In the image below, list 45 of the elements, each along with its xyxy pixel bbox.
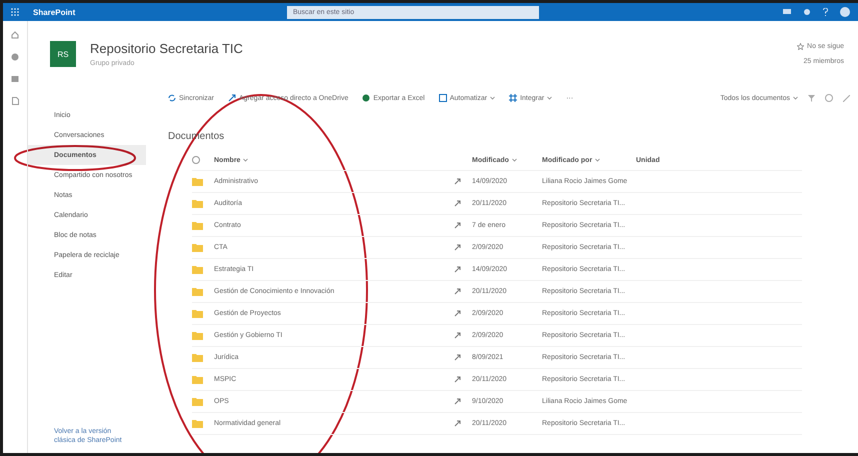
- filter-icon[interactable]: [808, 94, 815, 102]
- folder-icon: [192, 199, 203, 208]
- app-name: SharePoint: [33, 8, 76, 16]
- info-icon[interactable]: [825, 94, 833, 102]
- folder-icon: [192, 353, 203, 362]
- folder-icon: [192, 265, 203, 274]
- folder-icon: [192, 419, 203, 428]
- expand-icon[interactable]: [843, 94, 850, 102]
- link-icon: [454, 266, 461, 273]
- folder-icon: [192, 221, 203, 230]
- site-logo: RS: [50, 41, 76, 67]
- help-icon[interactable]: [823, 8, 828, 16]
- link-icon: [454, 288, 461, 295]
- site-title: Repositorio Secretaria TIC: [90, 41, 243, 56]
- file-type-icon: [192, 156, 200, 164]
- avatar-icon[interactable]: [840, 7, 850, 17]
- caret-icon: [512, 158, 517, 162]
- link-icon: [454, 200, 461, 207]
- file-icon[interactable]: [12, 97, 18, 105]
- link-icon: [454, 178, 461, 185]
- app-launcher-icon[interactable]: [11, 8, 19, 16]
- link-icon: [454, 310, 461, 317]
- folder-icon: [192, 309, 203, 318]
- folder-icon: [192, 177, 203, 186]
- link-icon: [454, 398, 461, 405]
- spreadsheet-icon: [362, 94, 370, 102]
- link-icon: [454, 244, 461, 251]
- link-icon: [454, 420, 461, 427]
- star-icon: [797, 43, 804, 50]
- folder-icon: [192, 243, 203, 252]
- folder-icon: [192, 397, 203, 406]
- caret-icon: [243, 158, 248, 162]
- link-icon: [454, 332, 461, 339]
- link-icon: [454, 376, 461, 383]
- folder-icon: [192, 287, 203, 296]
- link-icon: [454, 354, 461, 361]
- folder-icon: [192, 331, 203, 340]
- home-icon[interactable]: [11, 31, 19, 39]
- caret-icon: [793, 96, 798, 100]
- sync-icon: [168, 94, 176, 102]
- grid-icon: [509, 94, 518, 102]
- caret-icon: [595, 158, 600, 162]
- shortcut-icon: [228, 94, 236, 102]
- folder-icon: [192, 375, 203, 384]
- link-icon: [454, 222, 461, 229]
